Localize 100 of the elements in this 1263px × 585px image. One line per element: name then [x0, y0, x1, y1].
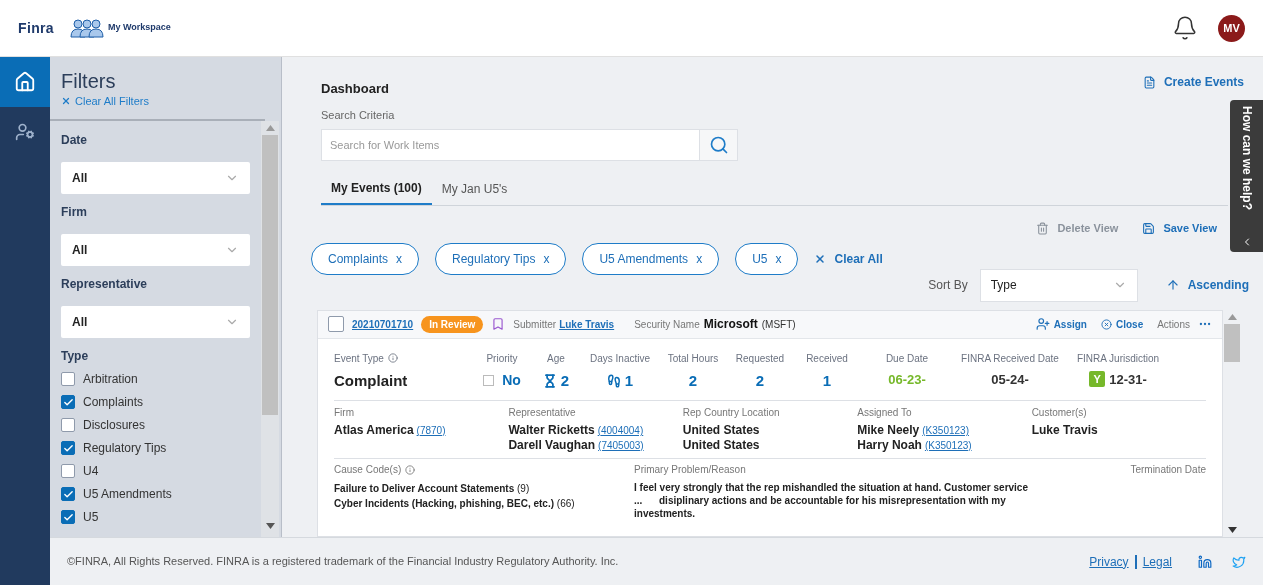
filter-dropdown[interactable]: All	[61, 161, 250, 194]
problem-text: I feel very strongly that the rep mishandled the situation at hand. Customer service ... disiplinary actions and be accountable for his misrepresentation with my investments.	[634, 481, 1029, 520]
checkbox[interactable]	[61, 395, 75, 409]
footer-link[interactable]: Privacy	[1089, 552, 1129, 571]
scroll-up-icon[interactable]	[1227, 313, 1237, 320]
sort-dropdown[interactable]: Type	[979, 268, 1138, 302]
date-value: 05-24-	[991, 370, 1029, 389]
filter-chip[interactable]: Regulatory Tips x	[435, 242, 567, 275]
detail-value: Luke Travis	[1031, 423, 1098, 438]
hourglass-icon	[542, 373, 557, 388]
footprints-icon	[606, 373, 621, 388]
scroll-down-icon[interactable]	[265, 523, 275, 529]
assign-button[interactable]: Assign	[1035, 316, 1087, 332]
user-avatar[interactable]: MV	[1218, 14, 1245, 42]
create-events-link[interactable]: Create Events	[1142, 73, 1244, 91]
user-settings-icon	[15, 122, 35, 142]
jurisdiction-badge: Y	[1089, 371, 1106, 388]
chip-remove[interactable]: x	[543, 249, 550, 268]
filter-chip[interactable]: U5 Amendments x	[582, 242, 720, 275]
metric-value: 2	[755, 370, 765, 391]
chip-remove[interactable]: x	[775, 249, 782, 268]
detail-value: United States	[682, 438, 760, 453]
notifications-icon[interactable]	[1172, 15, 1198, 41]
detail-code-link[interactable]: (K350123)	[922, 423, 969, 438]
checkbox[interactable]	[61, 487, 75, 501]
save-view-button[interactable]: Save View	[1142, 220, 1217, 237]
view-tab[interactable]: My Events (100)	[321, 173, 432, 205]
chip-remove[interactable]: x	[696, 249, 703, 268]
filter-label: Firm	[61, 203, 88, 221]
scroll-down-icon[interactable]	[1227, 527, 1237, 533]
scroll-up-icon[interactable]	[265, 124, 275, 131]
metric-label: Days Inactive	[590, 351, 650, 366]
scrollbar-thumb[interactable]	[1224, 323, 1240, 362]
detail-code-link[interactable]: (7870)	[416, 423, 446, 438]
detail-label: Rep Country Location	[682, 406, 781, 420]
close-button[interactable]: Close	[1100, 316, 1144, 332]
clear-filters-link[interactable]: Clear All Filters	[61, 93, 149, 110]
checkbox[interactable]	[61, 464, 75, 478]
footer-link[interactable]: Legal	[1142, 552, 1172, 571]
metric-label: Age	[547, 351, 565, 366]
detail-label: Termination Date	[1130, 463, 1206, 477]
priority-checkbox[interactable]	[483, 374, 495, 386]
document-icon	[1142, 75, 1156, 89]
detail-label: Assigned To	[857, 406, 913, 420]
logo: Finra	[18, 18, 54, 38]
filter-label: Type	[61, 347, 90, 365]
filter-chip[interactable]: U5 x	[735, 242, 799, 275]
metric-value: 2	[560, 370, 570, 391]
checkbox[interactable]	[61, 418, 75, 432]
metric-value: 2	[688, 370, 698, 391]
nav-button[interactable]	[0, 57, 50, 107]
detail-label: Firm	[334, 406, 355, 420]
scrollbar-thumb[interactable]	[262, 134, 278, 415]
twitter-icon[interactable]	[1232, 554, 1246, 569]
filter-dropdown[interactable]: All	[61, 233, 250, 266]
help-tab[interactable]: How can we help?	[1230, 100, 1263, 252]
filter-dropdown[interactable]: All	[61, 305, 250, 338]
filter-label: Representative	[61, 275, 149, 293]
type-option-label: U5 Amendments	[83, 486, 172, 503]
view-tab[interactable]: My Jan U5's	[431, 173, 518, 205]
filter-label: Date	[61, 131, 88, 149]
type-option-label: Complaints	[83, 394, 144, 411]
detail-code-link[interactable]: (K350123)	[924, 438, 972, 453]
checkbox[interactable]	[328, 316, 344, 332]
close-icon	[61, 96, 71, 107]
detail-label: Cause Code(s)	[334, 463, 402, 477]
info-icon	[387, 353, 398, 363]
checkbox[interactable]	[61, 441, 75, 455]
chip-remove[interactable]: x	[396, 249, 403, 268]
delete-view-button[interactable]: Delete View	[1036, 220, 1119, 237]
linkedin-icon[interactable]	[1198, 554, 1212, 569]
checkbox[interactable]	[61, 510, 75, 524]
metric-label: FINRA Jurisdiction	[1076, 351, 1160, 366]
bookmark-icon	[491, 317, 506, 331]
type-option-label: U5	[83, 509, 99, 526]
detail-code-link[interactable]: (7405003)	[598, 438, 644, 453]
app-name: My Workspace	[108, 21, 171, 35]
scrollbar[interactable]	[261, 120, 279, 537]
actions-label: Actions	[1157, 317, 1190, 332]
close-icon	[814, 252, 827, 265]
search-button[interactable]	[700, 129, 738, 161]
search-field[interactable]: Search for Work Items	[321, 129, 700, 161]
copyright-text: ©FINRA, All Rights Reserved. FINRA is a registered trademark of the Financial Industry Regulatory Authority. Inc.	[67, 554, 619, 570]
checkbox[interactable]	[61, 372, 75, 386]
detail-value: United States	[682, 423, 760, 438]
metric-value: 1	[624, 370, 634, 391]
filter-chip[interactable]: Complaints x	[311, 242, 420, 275]
save-icon	[1142, 221, 1156, 235]
detail-code-link[interactable]: (4004004)	[597, 423, 644, 438]
filters-title: Filters	[61, 69, 117, 93]
clear-all-button[interactable]: Clear All	[814, 249, 883, 268]
detail-label: Primary Problem/Reason	[634, 463, 747, 477]
people-icon	[70, 18, 104, 38]
submitter-link[interactable]: Luke Travis	[559, 316, 615, 332]
ascending-button[interactable]: Ascending	[1165, 276, 1249, 294]
detail-value: Walter Ricketts	[508, 423, 595, 438]
trash-icon	[1036, 221, 1050, 235]
event-id-link[interactable]: 20210701710	[352, 316, 414, 332]
detail-value: Atlas America	[334, 423, 414, 438]
info-icon	[405, 464, 416, 475]
